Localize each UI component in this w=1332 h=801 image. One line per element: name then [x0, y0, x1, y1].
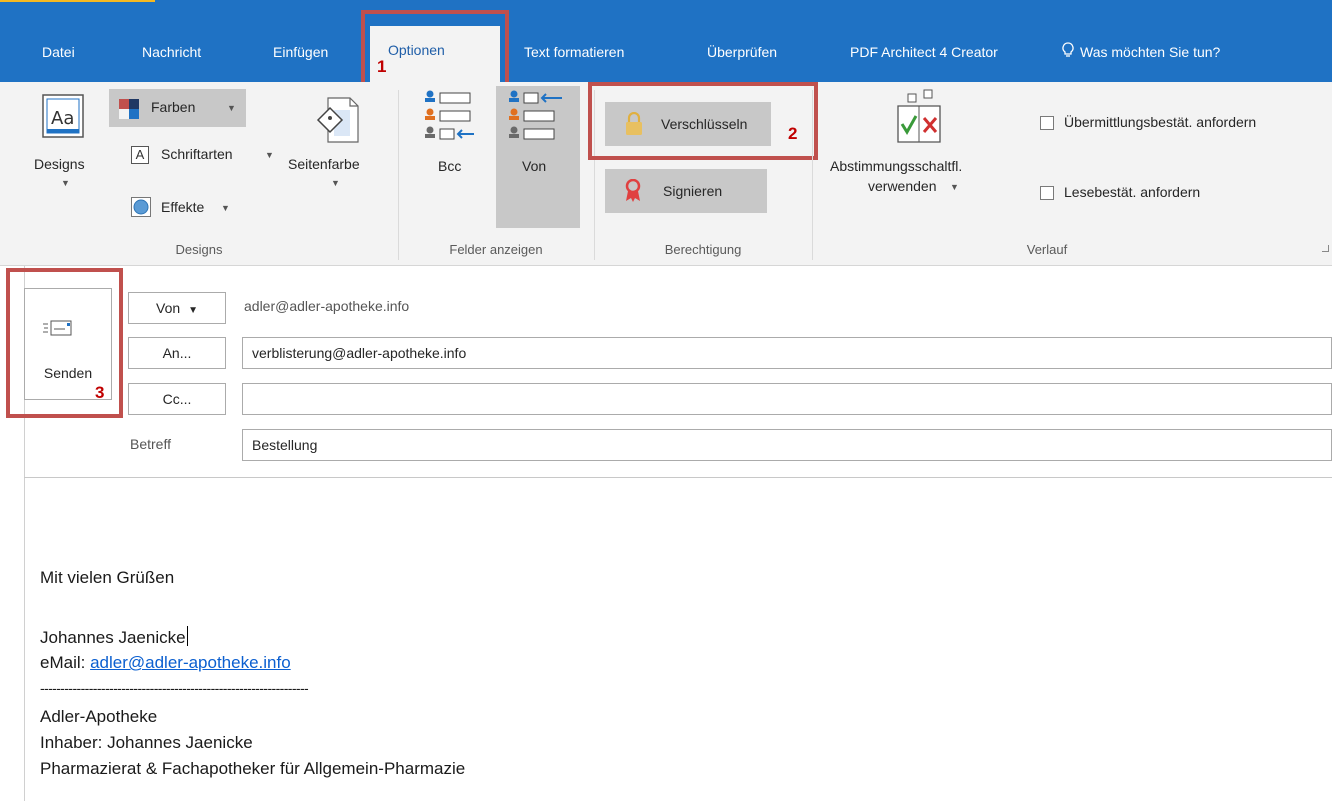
- chevron-down-icon: ▼: [61, 178, 70, 188]
- cc-field[interactable]: [242, 383, 1332, 415]
- ribbon-badge-icon: [625, 178, 641, 208]
- chevron-down-icon: ▼: [227, 103, 236, 113]
- bcc-label: Bcc: [438, 158, 462, 174]
- abstimmung-label-line2: verwenden: [868, 178, 937, 194]
- message-body[interactable]: Mit vielen Grüßen Johannes Jaenicke eMai…: [24, 478, 1332, 801]
- abstimmung-button[interactable]: Abstimmungsschaltfl. verwenden ▼: [826, 88, 1016, 198]
- tell-me-search[interactable]: Was möchten Sie tun?: [1062, 32, 1220, 72]
- abstimmung-label-line1: Abstimmungsschaltfl.: [830, 158, 963, 174]
- body-owner: Inhaber: Johannes Jaenicke: [40, 733, 253, 752]
- group-label-designs: Designs: [175, 242, 223, 257]
- tab-text-formatieren[interactable]: Text formatieren: [524, 32, 624, 72]
- email-link[interactable]: adler@adler-apotheke.info: [90, 653, 291, 672]
- seitenfarbe-label: Seitenfarbe: [288, 156, 360, 172]
- group-label-berechtigung: Berechtigung: [664, 242, 742, 257]
- voting-buttons-icon: [892, 88, 948, 149]
- signieren-button[interactable]: Signieren: [605, 169, 767, 213]
- body-name: Johannes Jaenicke: [40, 626, 188, 648]
- text-cursor: [186, 626, 188, 646]
- dialog-launcher-icon[interactable]: [1322, 245, 1329, 252]
- lesebestaet-label: Lesebestät. anfordern: [1064, 184, 1201, 200]
- designs-icon: Aa: [42, 94, 84, 143]
- lightbulb-icon: [1062, 33, 1074, 73]
- chevron-down-icon: ▼: [950, 182, 959, 192]
- group-separator: [812, 90, 813, 260]
- body-email-label: eMail:: [40, 653, 91, 672]
- cc-button[interactable]: Cc...: [128, 383, 226, 415]
- annotation-number-2: 2: [788, 124, 798, 143]
- to-button[interactable]: An...: [128, 337, 226, 369]
- bcc-icon: [422, 88, 476, 149]
- bcc-button[interactable]: Bcc: [404, 88, 492, 228]
- group-label-felder: Felder anzeigen: [449, 242, 543, 257]
- group-label-verlauf: Verlauf: [1026, 242, 1068, 257]
- subject-field[interactable]: Bestellung: [242, 429, 1332, 461]
- body-name-text: Johannes Jaenicke: [40, 628, 186, 647]
- tell-me-label: Was möchten Sie tun?: [1080, 44, 1221, 60]
- body-greeting: Mit vielen Grüßen: [40, 568, 175, 587]
- annotation-number-1: 1: [377, 57, 387, 76]
- annotation-number-3: 3: [95, 383, 105, 402]
- von-field-button[interactable]: Von: [496, 86, 580, 228]
- chevron-down-icon: ▼: [331, 178, 340, 188]
- chevron-down-icon: ▼: [221, 203, 230, 213]
- tab-nachricht[interactable]: Nachricht: [142, 32, 201, 72]
- von-label: Von: [522, 158, 547, 174]
- uebermittlung-label: Übermittlungsbestät. anfordern: [1064, 114, 1257, 130]
- body-separator: ----------------------------------------…: [40, 680, 309, 696]
- body-email-line: eMail: adler@adler-apotheke.info: [40, 653, 291, 673]
- von-icon: [506, 88, 564, 149]
- subject-label: Betreff: [130, 436, 171, 452]
- signieren-label: Signieren: [663, 183, 723, 199]
- von-dropdown-button[interactable]: Von ▼: [128, 292, 226, 324]
- color-palette-icon: [119, 99, 139, 124]
- farben-button[interactable]: Farben ▼: [109, 89, 246, 127]
- von-dropdown-label: Von: [156, 300, 181, 316]
- svg-text:Aa: Aa: [51, 108, 74, 129]
- to-field[interactable]: verblisterung@adler-apotheke.info: [242, 337, 1332, 369]
- effekte-button[interactable]: Effekte ▼: [119, 187, 249, 225]
- annotation-box-3: [6, 268, 123, 418]
- annotation-box-1: [361, 10, 509, 90]
- tab-datei[interactable]: Datei: [42, 32, 75, 72]
- effects-icon: [131, 197, 151, 222]
- accent-line: [0, 0, 155, 2]
- annotation-box-2: [588, 82, 818, 160]
- seitenfarbe-button[interactable]: Seitenfarbe ▼: [286, 90, 386, 200]
- farben-label: Farben: [151, 99, 196, 115]
- tab-pdf-architect[interactable]: PDF Architect 4 Creator: [850, 32, 998, 72]
- group-separator: [398, 90, 399, 260]
- effekte-label: Effekte: [161, 199, 205, 215]
- schriftarten-label: Schriftarten: [161, 146, 233, 162]
- lesebestaet-checkbox[interactable]: [1040, 186, 1054, 200]
- page-color-icon: [310, 96, 360, 149]
- from-address: adler@adler-apotheke.info: [244, 298, 410, 314]
- body-company: Adler-Apotheke: [40, 707, 158, 726]
- designs-button[interactable]: Aa Designs ▼: [30, 90, 96, 200]
- schriftarten-button[interactable]: A Schriftarten ▼: [119, 136, 285, 174]
- chevron-down-icon: ▼: [265, 150, 274, 160]
- designs-label: Designs: [34, 156, 85, 172]
- tab-ueberpruefen[interactable]: Überprüfen: [707, 32, 777, 72]
- tab-einfuegen[interactable]: Einfügen: [273, 32, 328, 72]
- body-title: Pharmazierat & Fachapotheker für Allgeme…: [40, 759, 466, 778]
- uebermittlung-checkbox[interactable]: [1040, 116, 1054, 130]
- font-icon: A: [131, 146, 149, 164]
- chevron-down-icon: ▼: [188, 305, 198, 316]
